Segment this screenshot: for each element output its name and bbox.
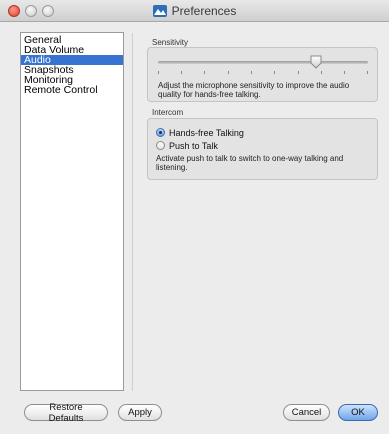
intercom-group: Hands-free Talking Push to Talk Activate… <box>147 118 378 180</box>
sensitivity-group-title: Sensitivity <box>152 38 189 47</box>
sensitivity-slider-ticks <box>158 71 368 74</box>
apply-button[interactable]: Apply <box>118 404 162 421</box>
preferences-window: Preferences General Data Volume Audio Sn… <box>0 0 389 434</box>
sensitivity-slider-track[interactable] <box>158 61 368 64</box>
intercom-group-title: Intercom <box>152 108 184 117</box>
hands-free-radio[interactable] <box>156 128 165 137</box>
push-to-talk-radio[interactable] <box>156 141 165 150</box>
hands-free-label[interactable]: Hands-free Talking <box>169 128 244 138</box>
app-icon <box>152 5 167 17</box>
sidebar-item-remote-control[interactable]: Remote Control <box>21 85 123 96</box>
window-title: Preferences <box>171 4 237 18</box>
push-to-talk-option[interactable]: Push to Talk <box>156 140 218 151</box>
title-group: Preferences <box>0 0 389 22</box>
preferences-category-list[interactable]: General Data Volume Audio Snapshots Moni… <box>20 32 124 391</box>
title-bar[interactable]: Preferences <box>0 0 389 22</box>
ok-button[interactable]: OK <box>338 404 378 421</box>
push-to-talk-label[interactable]: Push to Talk <box>169 141 218 151</box>
intercom-help-text: Activate push to talk to switch to one-w… <box>156 154 344 172</box>
pane-divider <box>132 33 133 391</box>
hands-free-option[interactable]: Hands-free Talking <box>156 127 244 138</box>
cancel-button[interactable]: Cancel <box>283 404 330 421</box>
sensitivity-help-text: Adjust the microphone sensitivity to imp… <box>158 81 350 99</box>
sensitivity-group: Adjust the microphone sensitivity to imp… <box>147 47 378 102</box>
sensitivity-slider-thumb[interactable] <box>310 55 322 69</box>
restore-defaults-button[interactable]: Restore Defaults <box>24 402 108 424</box>
